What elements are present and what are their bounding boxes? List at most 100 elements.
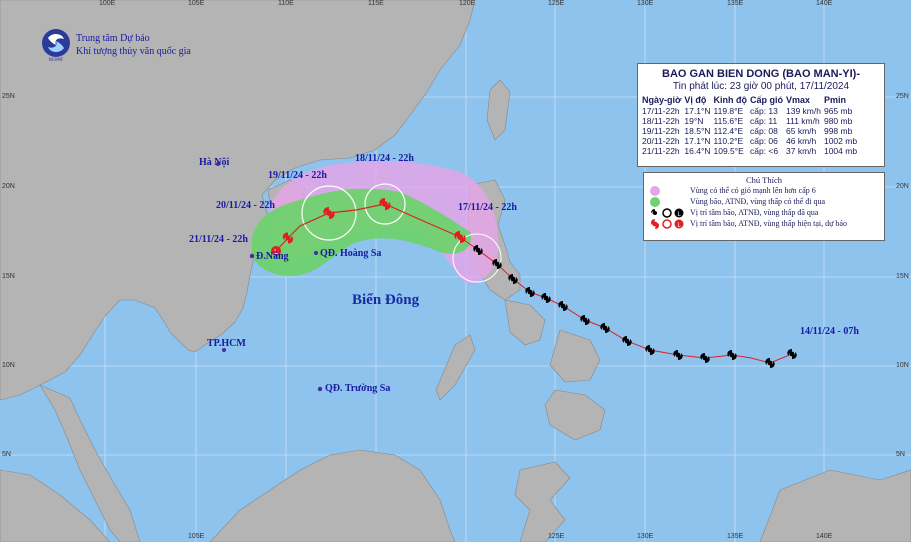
grid-tick-label: 120E: [459, 0, 476, 7]
agency-line-1: Trung tâm Dự báo: [76, 33, 150, 44]
label-hcm: TP.HCM: [207, 338, 246, 349]
green-dot-icon: [650, 196, 660, 207]
table-cell: cấp: 13: [750, 106, 778, 116]
table-cell: 16.4°N: [684, 146, 711, 156]
table-cell: 20/11-22h: [642, 136, 680, 146]
track-label-start: 14/11/24 - 07h: [800, 326, 859, 337]
table-cell: 112.4°E: [713, 126, 744, 136]
track-label-2: 18/11/24 - 22h: [355, 153, 414, 164]
label-hoangsa: QĐ. Hoàng Sa: [320, 248, 382, 259]
table-cell: 119.8°E: [713, 106, 744, 116]
table-header: Ngày-giờ Vị độ Kinh độ Cấp gió Vmax Pmin: [642, 95, 860, 106]
table-cell: 19°N: [684, 116, 704, 126]
grid-tick-label: 25N: [896, 93, 909, 100]
table-header-cell: Pmin: [823, 95, 846, 105]
table-cell: 998 mb: [823, 126, 853, 136]
grid-tick-label: 10N: [896, 362, 909, 369]
table-header-cell: Vị độ: [684, 95, 707, 105]
truongsa-dot: [317, 386, 323, 392]
label-danang: Đ.Nẵng: [256, 251, 289, 262]
grid-tick-label: 10N: [2, 362, 15, 369]
label-truongsa: QĐ. Trường Sa: [325, 383, 391, 394]
label-bien-dong: Biển Đông: [352, 292, 420, 308]
danang-dot: [249, 253, 255, 259]
grid-tick-label: 135E: [727, 0, 744, 7]
agency-line-2: Khí tượng thủy văn quốc gia: [76, 46, 191, 57]
forecast-table: Ngày-giờ Vị độ Kinh độ Cấp gió Vmax Pmin 17/1…: [642, 95, 860, 156]
past-symbols-icon: L: [651, 207, 684, 218]
grid-tick-label: 115E: [368, 0, 384, 7]
table-cell: 1004 mb: [823, 146, 858, 156]
legend-item-current: L Vị trí tâm bão, ATNĐ, vùng thấp hiện t…: [650, 218, 884, 229]
legend-item-danger: Vùng có thể có gió mạnh lên hơn cấp 6: [650, 185, 884, 196]
grid-tick-label: 125E: [548, 533, 565, 540]
table-header-cell: Vmax: [786, 95, 811, 105]
table-cell: cấp: <6: [750, 146, 779, 156]
table-row: 19/11-22h 18.5°N 112.4°E cấp: 08 65 km/h 998 …: [642, 126, 860, 136]
track-label-1: 17/11/24 - 22h: [458, 202, 517, 213]
agency-name: Trung tâm Dự báo Khí tượng thủy văn quốc…: [76, 32, 191, 58]
track-label-3: 19/11/24 - 22h: [268, 170, 327, 181]
table-header-cell: Ngày-giờ: [642, 95, 682, 105]
table-cell: 110.2°E: [713, 136, 744, 146]
table-cell: 18/11-22h: [642, 116, 680, 126]
grid-tick-label: 25N: [2, 93, 15, 100]
table-cell: 109.5°E: [713, 146, 744, 156]
grid-tick-label: 15N: [896, 273, 909, 280]
table-cell: cấp: 11: [750, 116, 778, 126]
grid-tick-label: 5N: [2, 451, 11, 458]
table-cell: 18.5°N: [684, 126, 711, 136]
table-cell: 111 km/h: [786, 116, 820, 126]
grid-tick-label: 20N: [2, 183, 15, 190]
table-cell: 19/11-22h: [642, 126, 680, 136]
grid-tick-label: 130E: [637, 0, 654, 7]
grid-tick-label: 140E: [816, 533, 833, 540]
table-row: 17/11-22h 17.1°N 119.8°E cấp: 13 139 km/h 965…: [642, 106, 860, 116]
table-cell: 65 km/h: [786, 126, 817, 136]
table-header-cell: Cấp gió: [750, 95, 783, 105]
table-cell: 17.1°N: [684, 136, 711, 146]
track-label-4: 20/11/24 - 22h: [216, 200, 275, 211]
table-cell: 17/11-22h: [642, 106, 680, 116]
legend-item-storm: Vùng bão, ATNĐ, vùng thấp có thể đi qua: [650, 196, 884, 207]
grid-tick-label: 135E: [727, 533, 744, 540]
table-cell: cấp: 06: [750, 136, 778, 146]
table-header-cell: Kinh độ: [713, 95, 748, 105]
storm-info-panel: BAO GAN BIEN DONG (BAO MAN-YI)- Tin phát…: [637, 63, 885, 167]
table-cell: cấp: 08: [750, 126, 778, 136]
table-row: 18/11-22h 19°N 115.6°E cấp: 11 111 km/h 980 m…: [642, 116, 860, 126]
grid-tick-label: 130E: [637, 533, 654, 540]
pink-dot-icon: [650, 185, 660, 196]
table-cell: 139 km/h: [786, 106, 821, 116]
legend-title: Chú Thích: [746, 175, 782, 185]
current-symbols-icon: L: [651, 218, 684, 229]
grid-tick-label: 15N: [2, 273, 15, 280]
table-row: 21/11-22h 16.4°N 109.5°E cấp: <6 37 km/h 1004…: [642, 146, 860, 156]
grid-tick-label: 105E: [188, 0, 205, 7]
nchmf-logo: NCHMF: [42, 29, 70, 62]
grid-tick-label: 5N: [896, 451, 905, 458]
label-hanoi: Hà Nội: [199, 157, 230, 168]
table-cell: 1002 mb: [823, 136, 858, 146]
grid-tick-label: 125E: [548, 0, 565, 7]
table-cell: 980 mb: [823, 116, 853, 126]
svg-text:NCHMF: NCHMF: [49, 57, 64, 62]
table-cell: 17.1°N: [684, 106, 711, 116]
grid-tick-label: 20N: [896, 183, 909, 190]
grid-tick-label: 105E: [188, 533, 205, 540]
table-cell: 115.6°E: [713, 116, 744, 126]
track-label-5: 21/11/24 - 22h: [189, 234, 248, 245]
table-cell: 21/11-22h: [642, 146, 680, 156]
table-cell: 965 mb: [823, 106, 853, 116]
hoangsa-dot: [314, 251, 318, 255]
table-row: 20/11-22h 17.1°N 110.2°E cấp: 06 46 km/h 1002…: [642, 136, 860, 146]
table-cell: 37 km/h: [786, 146, 817, 156]
table-cell: 46 km/h: [786, 136, 817, 146]
grid-tick-label: 100E: [99, 0, 116, 7]
grid-tick-label: 110E: [278, 0, 294, 7]
storm-title: BAO GAN BIEN DONG (BAO MAN-YI)-: [662, 68, 860, 80]
issue-time: Tin phát lúc: 23 giờ 00 phút, 17/11/2024: [672, 81, 850, 92]
grid-tick-label: 140E: [816, 0, 833, 7]
legend-item-past: L Vị trí tâm bão, ATNĐ, vùng thấp đã qua: [650, 207, 884, 218]
legend-panel: Chú Thích Vùng có thể có gió mạnh lên hơ…: [643, 172, 885, 241]
